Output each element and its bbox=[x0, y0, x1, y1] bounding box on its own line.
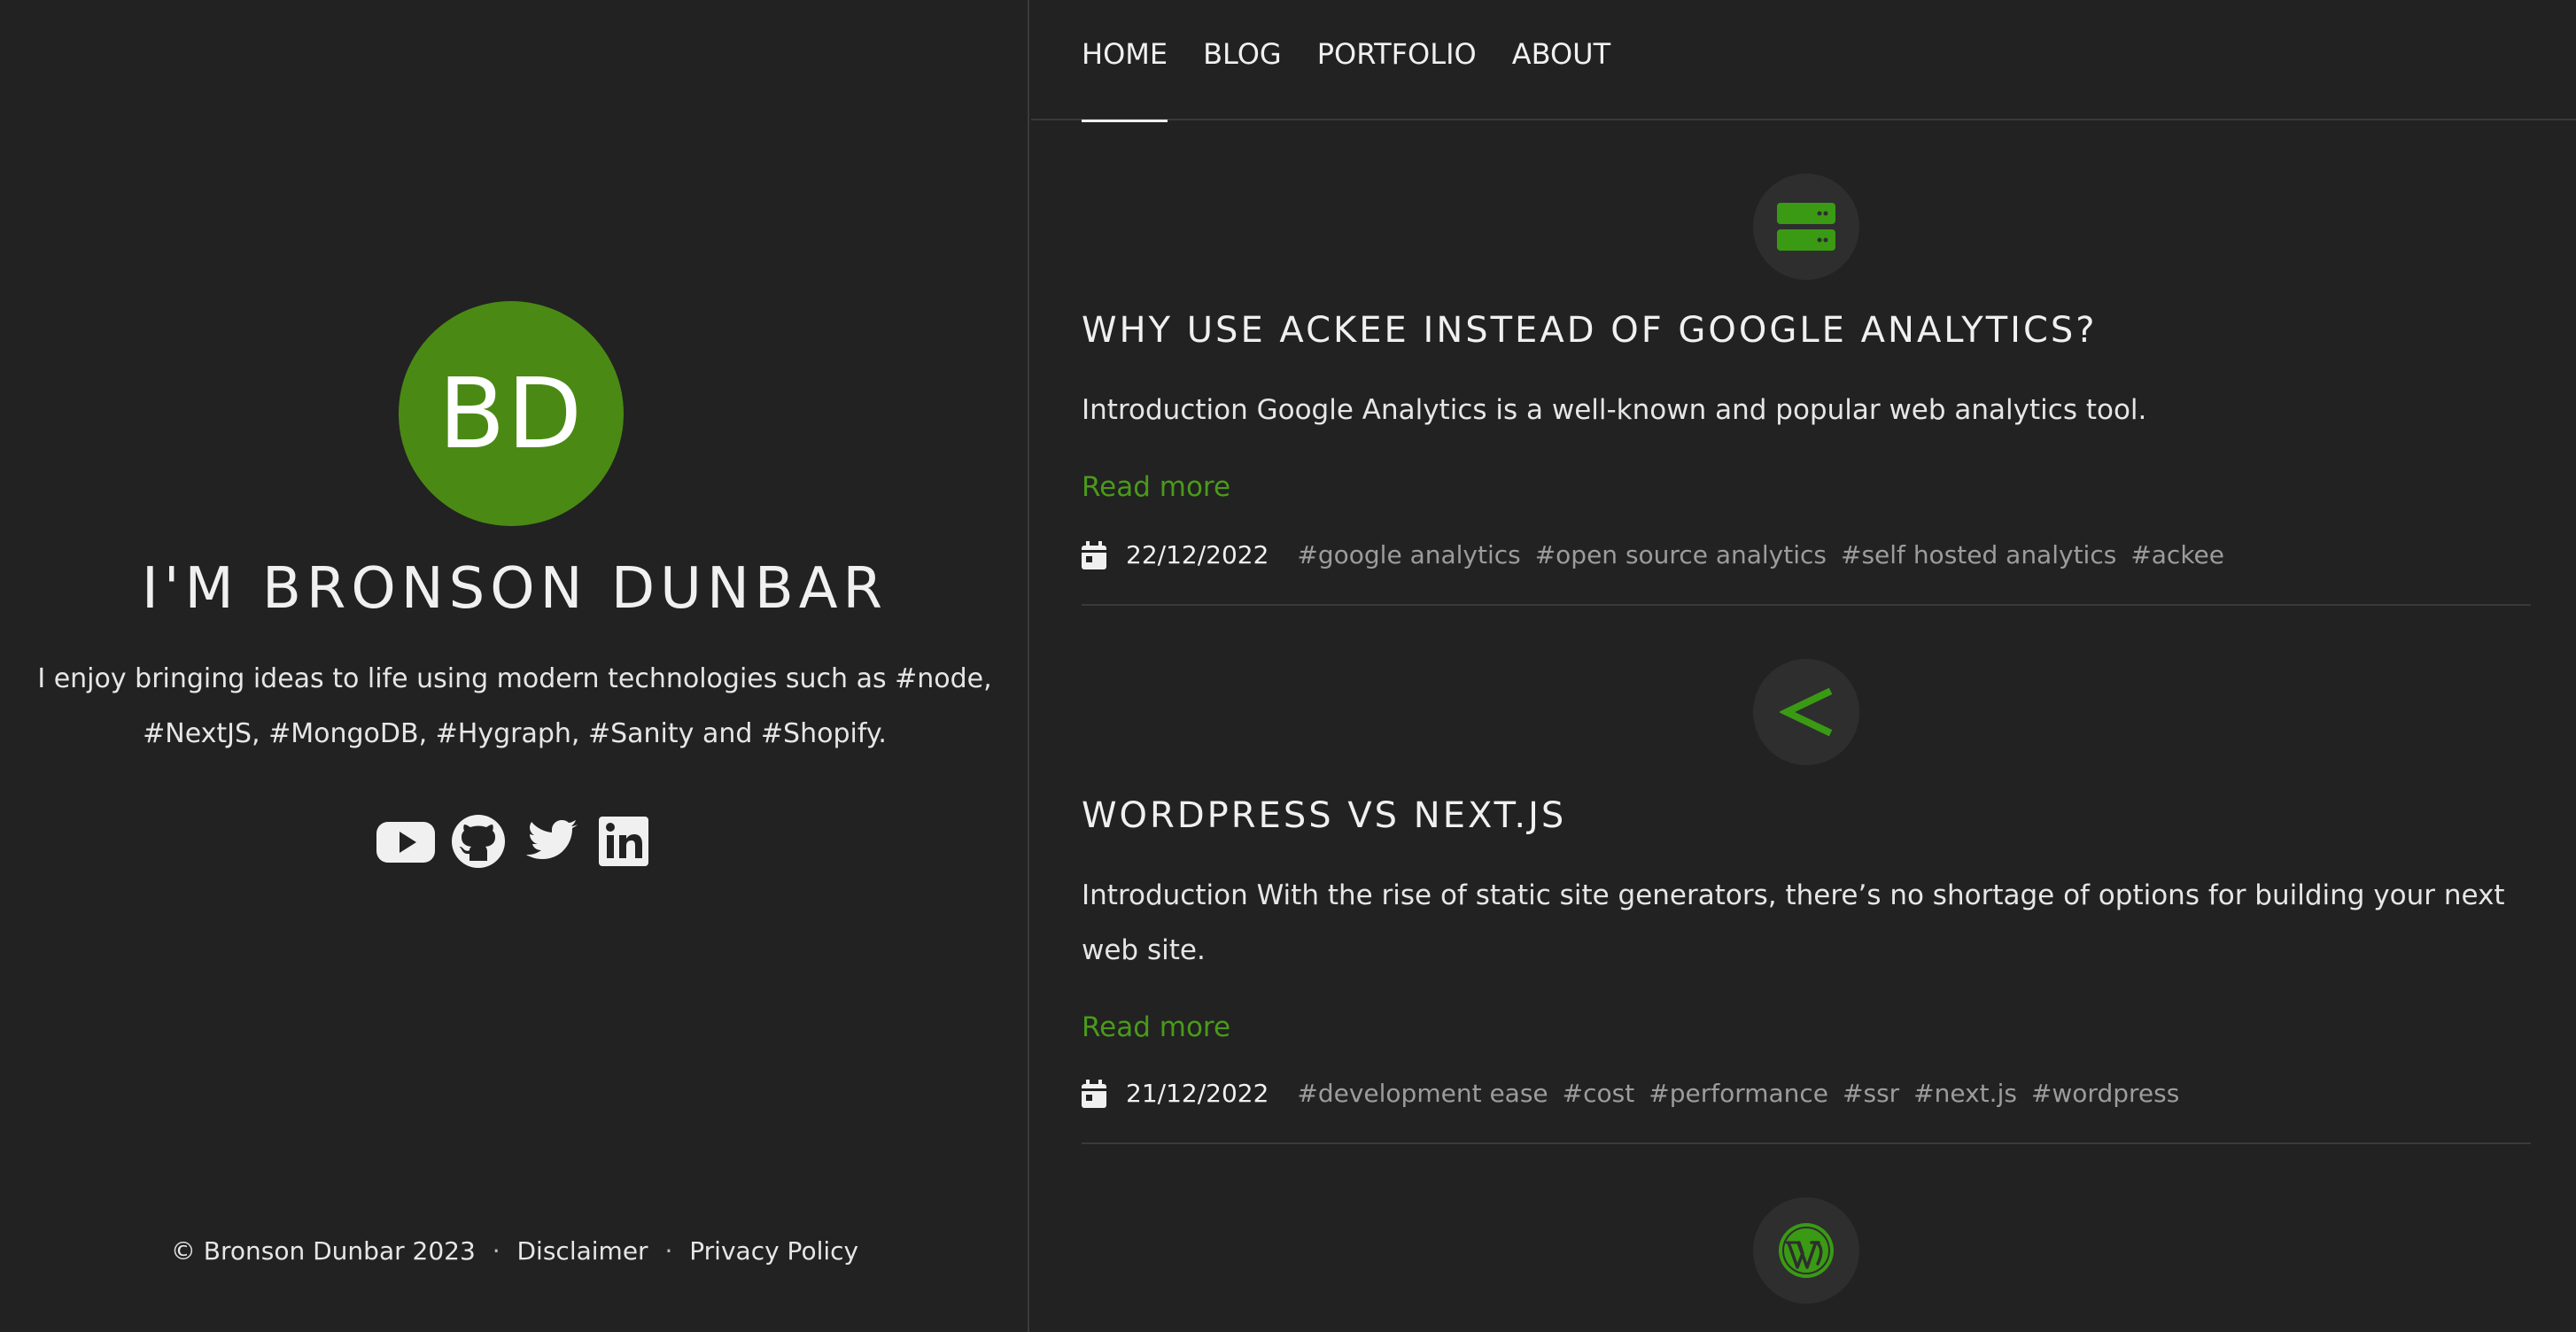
tag-link[interactable]: #next.js bbox=[1913, 1079, 2017, 1108]
profile-sidebar: BD I'M BRONSON DUNBAR I enjoy bringing i… bbox=[0, 0, 1029, 1332]
twitter-icon bbox=[526, 820, 578, 859]
tag-link[interactable]: #development ease bbox=[1297, 1079, 1548, 1108]
less-than-icon bbox=[1780, 687, 1833, 737]
copyright-text: © Bronson Dunbar 2023 bbox=[170, 1236, 476, 1266]
post-icon-badge bbox=[1753, 174, 1859, 280]
linkedin-link[interactable] bbox=[593, 813, 655, 870]
post-icon-badge bbox=[1753, 1197, 1859, 1304]
footer-separator: · bbox=[664, 1236, 673, 1266]
youtube-icon bbox=[376, 822, 435, 863]
twitter-link[interactable] bbox=[520, 813, 582, 870]
calendar-icon bbox=[1082, 540, 1106, 569]
disclaimer-link[interactable]: Disclaimer bbox=[517, 1236, 648, 1266]
post-excerpt: Introduction Google Analytics is a well-… bbox=[1082, 394, 2147, 426]
post-excerpt: Introduction With the rise of static sit… bbox=[1082, 879, 2505, 966]
avatar-initials: BD bbox=[438, 357, 585, 470]
read-more-link[interactable]: Read more bbox=[1082, 471, 1230, 503]
post-date: 21/12/2022 bbox=[1126, 1079, 1269, 1108]
post-icon-badge bbox=[1753, 659, 1859, 765]
main-content: HOME BLOG PORTFOLIO ABOUT WHY USE ACKEE … bbox=[1031, 0, 2576, 1332]
github-icon bbox=[452, 815, 505, 868]
tag-link[interactable]: #cost bbox=[1563, 1079, 1635, 1108]
post-divider bbox=[1082, 1142, 2531, 1144]
github-link[interactable] bbox=[447, 813, 509, 870]
footer-separator: · bbox=[492, 1236, 500, 1266]
youtube-link[interactable] bbox=[375, 813, 437, 870]
post-divider bbox=[1082, 604, 2531, 606]
post-date: 22/12/2022 bbox=[1126, 540, 1269, 569]
tag-link[interactable]: #performance bbox=[1649, 1079, 1828, 1108]
post-meta: 21/12/2022 #development ease #cost #perf… bbox=[1082, 1079, 2193, 1108]
privacy-policy-link[interactable]: Privacy Policy bbox=[689, 1236, 858, 1266]
read-more-link[interactable]: Read more bbox=[1082, 1011, 1230, 1043]
tag-link[interactable]: #open source analytics bbox=[1535, 540, 1827, 569]
nav-blog[interactable]: BLOG bbox=[1203, 37, 1282, 120]
tag-link[interactable]: #self hosted analytics bbox=[1841, 540, 2116, 569]
social-links bbox=[0, 813, 1029, 870]
server-icon bbox=[1777, 203, 1835, 251]
post-title[interactable]: WORDPRESS VS NEXT.JS bbox=[1082, 795, 1566, 836]
post-meta: 22/12/2022 #google analytics #open sourc… bbox=[1082, 540, 2238, 569]
nav-home[interactable]: HOME bbox=[1082, 37, 1168, 122]
tag-link[interactable]: #ackee bbox=[2130, 540, 2224, 569]
avatar: BD bbox=[399, 301, 624, 526]
linkedin-icon bbox=[599, 817, 648, 866]
sidebar-footer: © Bronson Dunbar 2023 · Disclaimer · Pri… bbox=[0, 1236, 1029, 1266]
tag-link[interactable]: #wordpress bbox=[2031, 1079, 2179, 1108]
calendar-icon bbox=[1082, 1079, 1106, 1108]
tag-link[interactable]: #ssr bbox=[1843, 1079, 1899, 1108]
post-title[interactable]: WHY USE ACKEE INSTEAD OF GOOGLE ANALYTIC… bbox=[1082, 310, 2098, 351]
tag-link[interactable]: #google analytics bbox=[1297, 540, 1520, 569]
nav-about[interactable]: ABOUT bbox=[1512, 37, 1610, 120]
profile-name: I'M BRONSON DUNBAR bbox=[141, 556, 888, 622]
profile-bio: I enjoy bringing ideas to life using mod… bbox=[37, 663, 992, 749]
wordpress-icon bbox=[1779, 1223, 1834, 1278]
nav-portfolio[interactable]: PORTFOLIO bbox=[1317, 37, 1477, 120]
top-nav: HOME BLOG PORTFOLIO ABOUT bbox=[1031, 0, 2576, 122]
